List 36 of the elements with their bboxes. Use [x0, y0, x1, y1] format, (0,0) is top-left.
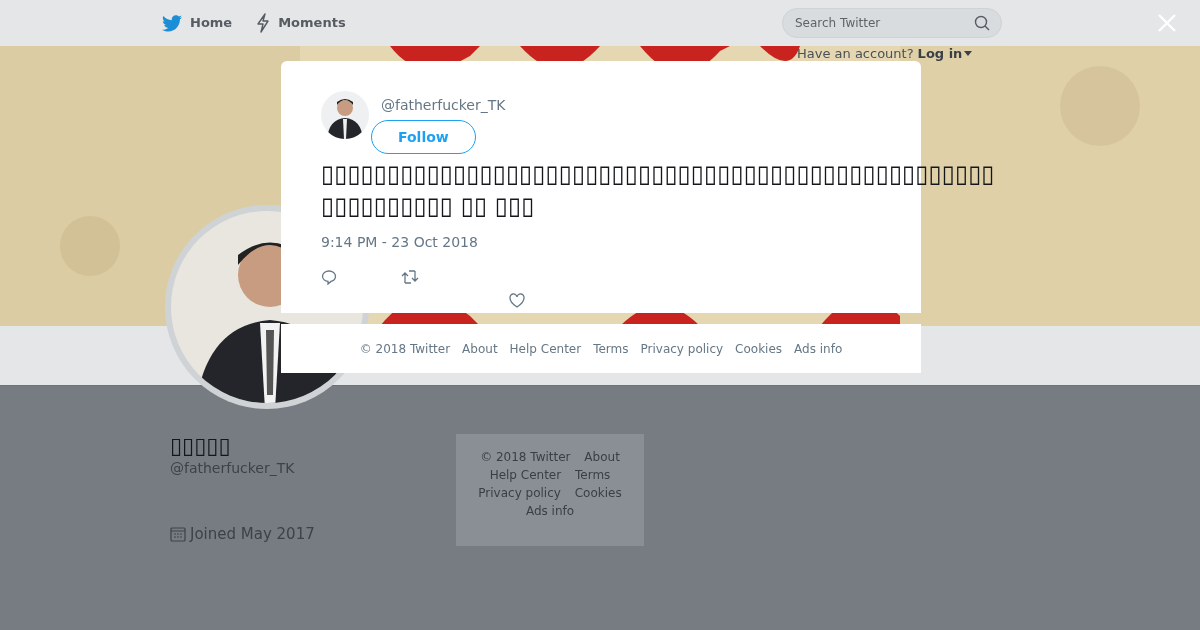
tweet-text: ▯▯▯▯▯▯▯▯▯▯ ▯▯ ▯▯▯	[321, 191, 535, 222]
join-date: Joined May 2017	[190, 524, 315, 546]
footer-link[interactable]: Terms	[593, 339, 629, 358]
retweet-icon[interactable]	[401, 269, 419, 285]
nav-link[interactable]: Moments	[256, 13, 346, 33]
footer-link[interactable]: Privacy policy	[478, 486, 561, 500]
search-field[interactable]: Search Twitter	[782, 8, 1002, 38]
footer-link[interactable]: Ads info	[794, 339, 843, 358]
profile-handle: @fatherfucker_TK	[170, 459, 296, 479]
search-icon[interactable]	[974, 15, 990, 31]
footer-link[interactable]: Help Center	[509, 339, 582, 358]
footer-link[interactable]: Cookies	[574, 486, 622, 500]
reply-icon[interactable]	[321, 269, 337, 285]
footer-link[interactable]: Cookies	[735, 339, 783, 358]
tweet-text: ▯▯▯▯▯▯▯▯▯▯▯▯▯▯▯▯▯▯▯▯▯▯▯▯▯▯▯▯▯▯▯▯▯▯▯▯▯▯▯▯▯▯▯▯▯▯▯▯▯▯▯	[321, 159, 995, 190]
login-link[interactable]: Log in	[917, 44, 973, 64]
follow-button[interactable]: Follow	[371, 120, 476, 154]
calendar-icon	[170, 526, 186, 543]
footer-link[interactable]: Terms	[575, 468, 611, 482]
login-prompt: Have an account?	[797, 45, 914, 63]
tweet-timestamp[interactable]: 9:14 PM - 23 Oct 2018	[321, 232, 881, 253]
tweet-handle: @fatherfucker_TK	[381, 96, 506, 115]
footer-link[interactable]: Help Center	[489, 468, 562, 482]
footer-link[interactable]: © 2018 Twitter	[359, 339, 451, 358]
footer-link[interactable]: About	[462, 339, 498, 358]
lightning-icon	[256, 13, 271, 33]
avatar	[321, 91, 369, 139]
heart-icon[interactable]	[509, 293, 525, 308]
profile-name: ▯▯▯▯▯	[170, 434, 232, 459]
footer-link[interactable]: About	[584, 450, 620, 464]
footer-link[interactable]: © 2018 Twitter	[480, 450, 571, 464]
nav-link[interactable]: Home	[162, 13, 233, 33]
bird-icon	[162, 14, 182, 32]
caret-icon	[964, 51, 973, 57]
footer-link[interactable]: Privacy policy	[640, 339, 724, 358]
footer-link[interactable]: Ads info	[525, 504, 575, 518]
